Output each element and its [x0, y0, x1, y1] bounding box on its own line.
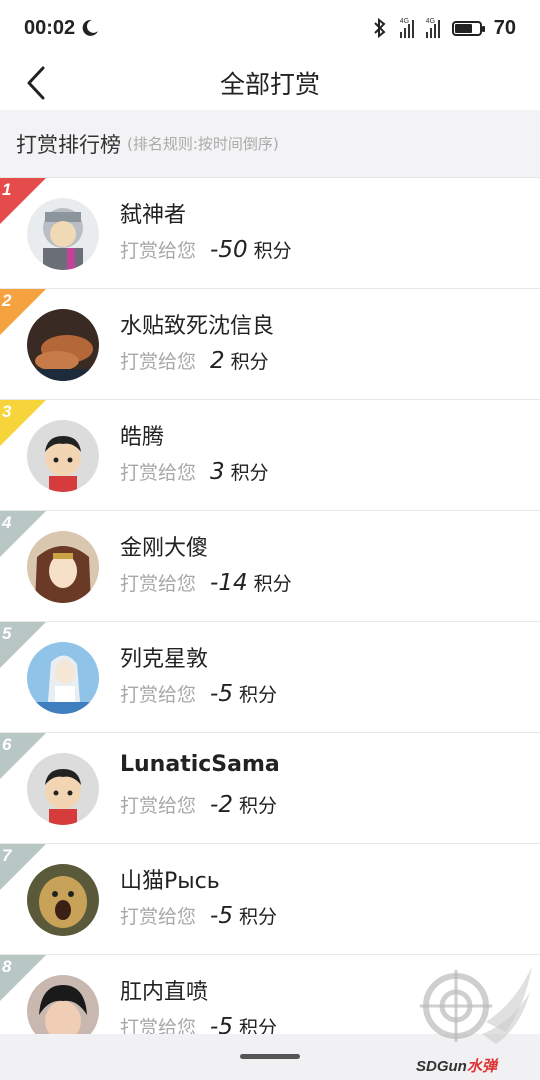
- user-name: LunaticSama: [120, 752, 280, 777]
- list-item[interactable]: 5 列克星敦 打赏给您 -5 积分: [0, 622, 540, 733]
- reward-unit: 积分: [230, 351, 269, 373]
- reward-label: 打赏给您: [120, 462, 197, 484]
- user-name: 水贴致死沈信良: [120, 314, 275, 339]
- rank-number: 8: [2, 957, 12, 976]
- reward-amount: 2: [210, 348, 225, 374]
- reward-line: 打赏给您 -5 积分: [120, 902, 277, 929]
- reward-unit: 积分: [253, 240, 292, 262]
- reward-amount: -50: [210, 237, 248, 263]
- user-name: 皓腾: [120, 425, 165, 450]
- leaderboard-header: 打赏排行榜 (排名规则:按时间倒序): [0, 110, 540, 178]
- rank-number: 4: [2, 513, 12, 532]
- rank-number: 3: [2, 402, 12, 421]
- user-name: 弑神者: [120, 203, 187, 228]
- reward-amount: 3: [210, 459, 225, 485]
- network-type-label: 4G: [425, 18, 436, 25]
- reward-amount: -5: [210, 903, 233, 929]
- reward-label: 打赏给您: [120, 795, 197, 817]
- reward-label: 打赏给您: [120, 906, 197, 928]
- rank-number: 6: [2, 735, 12, 754]
- user-name: 列克星敦: [120, 647, 209, 672]
- bluetooth-icon: [372, 17, 388, 39]
- rank-number: 2: [2, 291, 12, 310]
- reward-unit: 积分: [238, 684, 277, 706]
- reward-unit: 积分: [230, 462, 269, 484]
- page-title: 全部打赏: [219, 70, 320, 99]
- list-item[interactable]: 3 皓腾 打赏给您 3 积分: [0, 400, 540, 511]
- battery-percent: 70: [493, 16, 516, 39]
- reward-amount: -2: [210, 792, 233, 818]
- avatar[interactable]: [27, 642, 99, 714]
- avatar[interactable]: [27, 753, 99, 825]
- leaderboard-title: 打赏排行榜: [16, 132, 121, 157]
- avatar[interactable]: [27, 531, 99, 603]
- battery-fill: [454, 23, 472, 33]
- avatar[interactable]: [27, 309, 99, 381]
- sort-rule-hint: (排名规则:按时间倒序): [127, 135, 279, 153]
- rank-number: 5: [2, 624, 12, 643]
- rank-number: 7: [2, 846, 12, 865]
- list-item[interactable]: 4 金刚大傻 打赏给您 -14 积分: [0, 511, 540, 622]
- signal-icon-sim1: 4G: [399, 18, 414, 38]
- reward-line: 打赏给您 -2 积分: [120, 791, 277, 818]
- reward-unit: 积分: [238, 795, 277, 817]
- network-type-label: 4G: [399, 18, 410, 25]
- home-indicator[interactable]: [240, 1054, 300, 1059]
- list-item[interactable]: 7 山猫Рысь 打赏给您 -5 积分: [0, 844, 540, 955]
- status-bar: 00:02 4G 4G 70: [0, 0, 540, 56]
- back-button[interactable]: [14, 60, 58, 106]
- status-time: 00:02: [24, 16, 76, 39]
- reward-line: 打赏给您 -50 积分: [120, 236, 292, 263]
- nav-bar: 全部打赏: [0, 56, 540, 110]
- status-icons: 4G 4G 70: [372, 17, 516, 40]
- avatar[interactable]: [27, 420, 99, 492]
- leaderboard-list: 1 弑神者 打赏给您 -50 积分 2 水贴致死沈信良 打赏给您 2 积分 3 …: [0, 178, 540, 1066]
- user-name: 肛内直喷: [120, 980, 209, 1005]
- reward-unit: 积分: [253, 573, 292, 595]
- reward-amount: -5: [210, 681, 233, 707]
- user-name: 金刚大傻: [120, 536, 209, 561]
- avatar[interactable]: [27, 198, 99, 270]
- moon-icon: [81, 19, 99, 37]
- reward-line: 打赏给您 -5 积分: [120, 680, 277, 707]
- user-name: 山猫Рысь: [120, 869, 220, 894]
- reward-label: 打赏给您: [120, 351, 197, 373]
- chevron-left-icon: [27, 66, 45, 100]
- reward-amount: -14: [210, 570, 248, 596]
- reward-label: 打赏给您: [120, 240, 197, 262]
- reward-unit: 积分: [238, 906, 277, 928]
- battery-icon: [451, 20, 485, 36]
- list-item[interactable]: 2 水贴致死沈信良 打赏给您 2 积分: [0, 289, 540, 400]
- reward-label: 打赏给您: [120, 573, 197, 595]
- list-item[interactable]: 6 LunaticSama 打赏给您 -2 积分: [0, 733, 540, 844]
- list-item[interactable]: 1 弑神者 打赏给您 -50 积分: [0, 178, 540, 289]
- rank-number: 1: [2, 180, 12, 199]
- bottom-gesture-bar: [0, 1034, 540, 1080]
- signal-icon-sim2: 4G: [425, 18, 440, 38]
- avatar[interactable]: [27, 864, 99, 936]
- reward-line: 打赏给您 3 积分: [120, 458, 269, 485]
- reward-line: 打赏给您 -14 积分: [120, 569, 292, 596]
- reward-line: 打赏给您 2 积分: [120, 347, 269, 374]
- reward-label: 打赏给您: [120, 684, 197, 706]
